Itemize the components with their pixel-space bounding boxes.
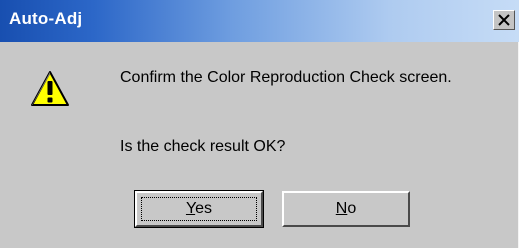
title-bar[interactable]: Auto-Adj <box>0 0 519 42</box>
no-label-rest: o <box>347 200 357 217</box>
close-button[interactable] <box>493 10 515 30</box>
yes-label-rest: es <box>195 200 213 217</box>
confirm-dialog: Auto-Adj Confirm the Color Reproduction … <box>0 0 519 248</box>
question-text: Is the check result OK? <box>120 138 286 155</box>
no-button[interactable]: No <box>282 191 410 227</box>
yes-mnemonic: Y <box>185 200 196 217</box>
message-text: Confirm the Color Reproduction Check scr… <box>120 69 452 86</box>
no-button-label: No <box>336 200 356 217</box>
yes-button-label: Yes <box>186 200 212 217</box>
warning-icon <box>31 71 69 106</box>
yes-button[interactable]: Yes <box>134 190 264 228</box>
no-mnemonic: N <box>335 200 348 217</box>
window-title: Auto-Adj <box>9 9 83 28</box>
close-icon <box>498 14 510 26</box>
